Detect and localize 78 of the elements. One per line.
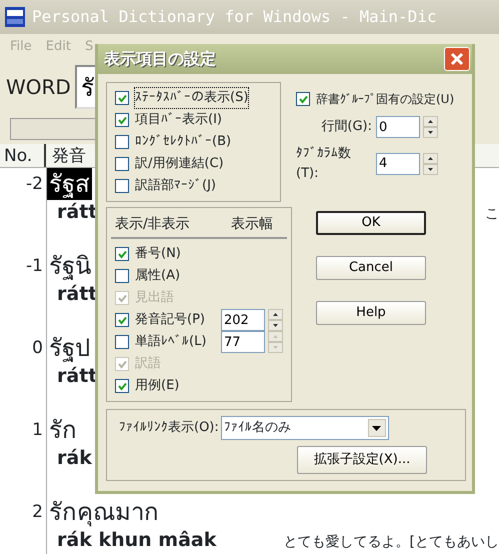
app-icon — [4, 6, 26, 28]
checkbox[interactable] — [115, 335, 129, 349]
pronunciation: rák — [56, 446, 92, 470]
checkbox[interactable] — [115, 313, 129, 327]
checkbox[interactable] — [115, 379, 129, 393]
option-label: 項目ﾊﾞｰ表示(I) — [135, 111, 222, 130]
checkbox[interactable] — [115, 247, 129, 261]
number-field[interactable]: 202 — [221, 309, 265, 331]
translation: とても愛してるよ。[とてもあいし — [284, 533, 499, 552]
extension-settings-button[interactable]: 拡張子設定(X)... — [297, 446, 427, 474]
down-arrow-icon — [273, 346, 278, 349]
down-arrow-icon — [428, 168, 433, 170]
close-icon — [450, 52, 464, 66]
field-label: ﾌｧｲﾙﾘﾝｸ表示(O): — [119, 419, 219, 438]
column-label: 番号(N) — [135, 245, 182, 264]
checkbox[interactable] — [296, 92, 310, 106]
entry-number: -2 — [25, 173, 44, 196]
dropdown-arrow-icon — [372, 426, 382, 430]
column-header: 表示幅 — [231, 215, 273, 234]
column-label: 用例(E) — [135, 377, 180, 396]
checkbox[interactable] — [115, 91, 129, 105]
down-arrow-icon — [273, 324, 278, 327]
window-title: Personal Dictionary for Windows - Main-Dic — [32, 6, 437, 28]
close-button[interactable] — [444, 47, 470, 71]
column-label: 発音記号(P) — [135, 311, 206, 330]
spin-down-button[interactable] — [268, 320, 283, 331]
up-arrow-icon — [428, 156, 433, 160]
spin-up-button[interactable] — [268, 309, 283, 320]
entry-number: 1 — [31, 419, 44, 442]
option-label: 訳語部ﾏｰｼﾞ(J) — [135, 177, 216, 196]
column-label: 訳語 — [135, 355, 162, 374]
checkbox[interactable] — [115, 135, 129, 149]
checkbox[interactable] — [115, 113, 129, 127]
checkbox[interactable] — [115, 269, 129, 283]
field-label: ﾀﾌﾞｶﾗﾑ数(T): — [296, 145, 352, 182]
word-label: WORD — [6, 74, 71, 101]
headword[interactable]: รัก — [47, 414, 79, 446]
spin-up-button[interactable] — [423, 116, 438, 127]
dialog-button[interactable]: OK — [316, 211, 426, 235]
file-link-dropdown[interactable]: ﾌｧｲﾙ名のみ — [220, 416, 389, 440]
pronunciation: rátt — [56, 282, 98, 306]
down-arrow-icon — [428, 131, 433, 134]
entry-number: 0 — [31, 337, 44, 360]
dialog-button[interactable]: Cancel — [316, 256, 426, 280]
column-label: 単語ﾚﾍﾞﾙ(L) — [135, 333, 208, 352]
checkbox[interactable] — [115, 157, 129, 171]
dialog-button[interactable]: Help — [316, 301, 426, 325]
entry-number: 2 — [31, 501, 44, 524]
column-header[interactable]: 発音 — [46, 144, 86, 167]
option-label: ｽﾃｰﾀｽﾊﾞｰの表示(S) — [135, 88, 248, 108]
spin-down-button[interactable] — [423, 127, 438, 138]
headword[interactable]: รักคุณมาก — [47, 496, 161, 528]
number-field[interactable]: 0 — [376, 116, 420, 138]
headword[interactable]: รัฐส — [47, 168, 92, 200]
headword[interactable]: รัฐนิ — [47, 250, 93, 282]
option-label: 訳/用例連結(C) — [135, 155, 224, 174]
column-header: 表示/非表示 — [115, 215, 190, 234]
column-label: 属性(A) — [135, 267, 182, 286]
dialog-title: 表示項目の設定 — [104, 48, 216, 70]
entry-number: -1 — [25, 255, 44, 278]
column-header[interactable]: No. — [0, 144, 46, 167]
option-label: ﾛﾝｸﾞｾﾚｸﾄﾊﾞｰ(B) — [135, 133, 232, 152]
number-field[interactable]: 77 — [221, 331, 265, 353]
translation: こ — [485, 205, 499, 224]
up-arrow-icon — [273, 335, 278, 338]
pronunciation: rák khun mâak — [56, 528, 216, 552]
pronunciation: rátt — [56, 200, 98, 224]
pronunciation: rátt — [56, 364, 98, 388]
column-label: 見出語 — [135, 289, 175, 308]
up-arrow-icon — [273, 313, 278, 316]
option-label: 辞書ｸﾞﾙｰﾌﾟ固有の設定(U) — [316, 91, 454, 108]
checkbox[interactable] — [115, 179, 129, 193]
field-label: 行間(G): — [321, 118, 372, 136]
spin-down-button[interactable] — [423, 164, 438, 174]
number-field[interactable]: 4 — [376, 152, 420, 174]
up-arrow-icon — [428, 120, 433, 123]
spin-up-button[interactable] — [423, 152, 438, 164]
headword[interactable]: รัฐป — [47, 332, 92, 364]
